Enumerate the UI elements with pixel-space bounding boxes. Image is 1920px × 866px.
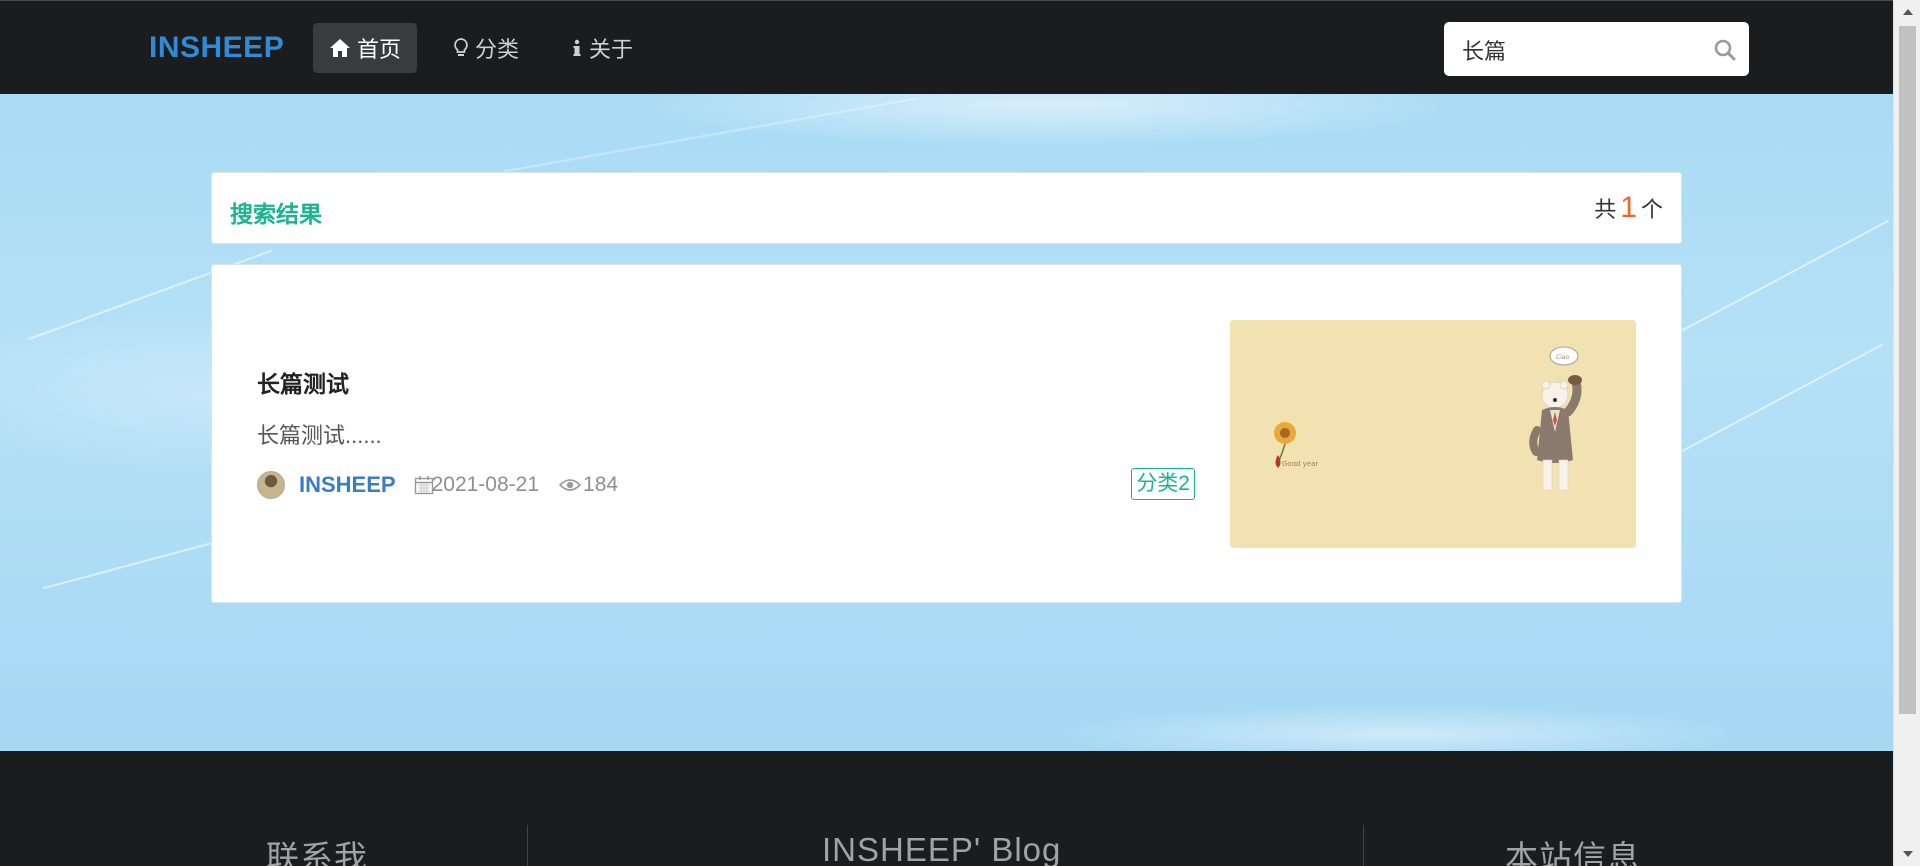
page: INSHEEP 首页 分类 关于 长篇 搜索结果 共 1 个 长篇测试 长篇测试… <box>0 0 1893 866</box>
footer-site-info-heading: 本站信息 <box>1505 839 1641 866</box>
nav-item-label: 分类 <box>475 37 520 62</box>
nav-item-label: 关于 <box>589 37 634 62</box>
search-icon[interactable] <box>1713 38 1737 62</box>
nav-item-category[interactable]: 分类 <box>437 23 535 73</box>
article-thumbnail[interactable]: Good year Ciao <box>1230 320 1636 548</box>
results-count: 共1个 <box>1594 191 1663 224</box>
results-title: 搜索结果 <box>230 201 322 227</box>
scroll-up-arrow[interactable] <box>1894 2 1920 22</box>
vertical-scrollbar[interactable] <box>1893 0 1920 866</box>
article-title[interactable]: 长篇测试 <box>257 365 349 399</box>
thumbnail-illustration: Good year Ciao <box>1230 320 1636 548</box>
svg-text:Good year: Good year <box>1282 460 1318 468</box>
article-summary: 长篇测试...... <box>257 423 382 448</box>
results-count-number: 1 <box>1620 191 1637 224</box>
search-results-header: 搜索结果 共1个 <box>211 172 1682 244</box>
info-icon <box>571 38 583 58</box>
avatar[interactable] <box>257 471 285 499</box>
top-navbar: INSHEEP 首页 分类 关于 <box>0 0 1893 95</box>
svg-text:Ciao: Ciao <box>1556 354 1570 361</box>
article-views: 184 <box>583 473 619 496</box>
nav-item-label: 首页 <box>357 37 402 62</box>
scroll-down-arrow[interactable] <box>1894 844 1920 864</box>
search-box <box>1444 22 1749 76</box>
nav-item-about[interactable]: 关于 <box>555 23 649 73</box>
scrollbar-thumb[interactable] <box>1899 26 1916 714</box>
article-date: 2021-08-21 <box>431 473 540 496</box>
brand-logo[interactable]: INSHEEP <box>149 31 284 65</box>
article-author[interactable]: INSHEEP <box>299 472 396 498</box>
calendar-icon <box>414 475 434 495</box>
category-tag[interactable]: 分类2 <box>1131 468 1195 500</box>
search-input[interactable] <box>1460 30 1704 70</box>
article-meta: INSHEEP 2021-08-21 184 <box>257 469 638 501</box>
footer: 联系我 INSHEEP' Blog 本站信息 <box>0 751 1893 866</box>
footer-divider <box>527 825 528 866</box>
home-icon <box>329 38 351 58</box>
article-card[interactable]: 长篇测试 长篇测试...... INSHEEP 2021-08-21 184 分… <box>211 264 1682 603</box>
lightbulb-icon <box>453 37 469 59</box>
eye-icon <box>559 477 582 493</box>
footer-divider <box>1363 825 1364 866</box>
footer-blog-heading: INSHEEP' Blog <box>822 831 1062 866</box>
footer-contact-heading: 联系我 <box>266 839 368 866</box>
nav-item-home[interactable]: 首页 <box>313 23 418 73</box>
